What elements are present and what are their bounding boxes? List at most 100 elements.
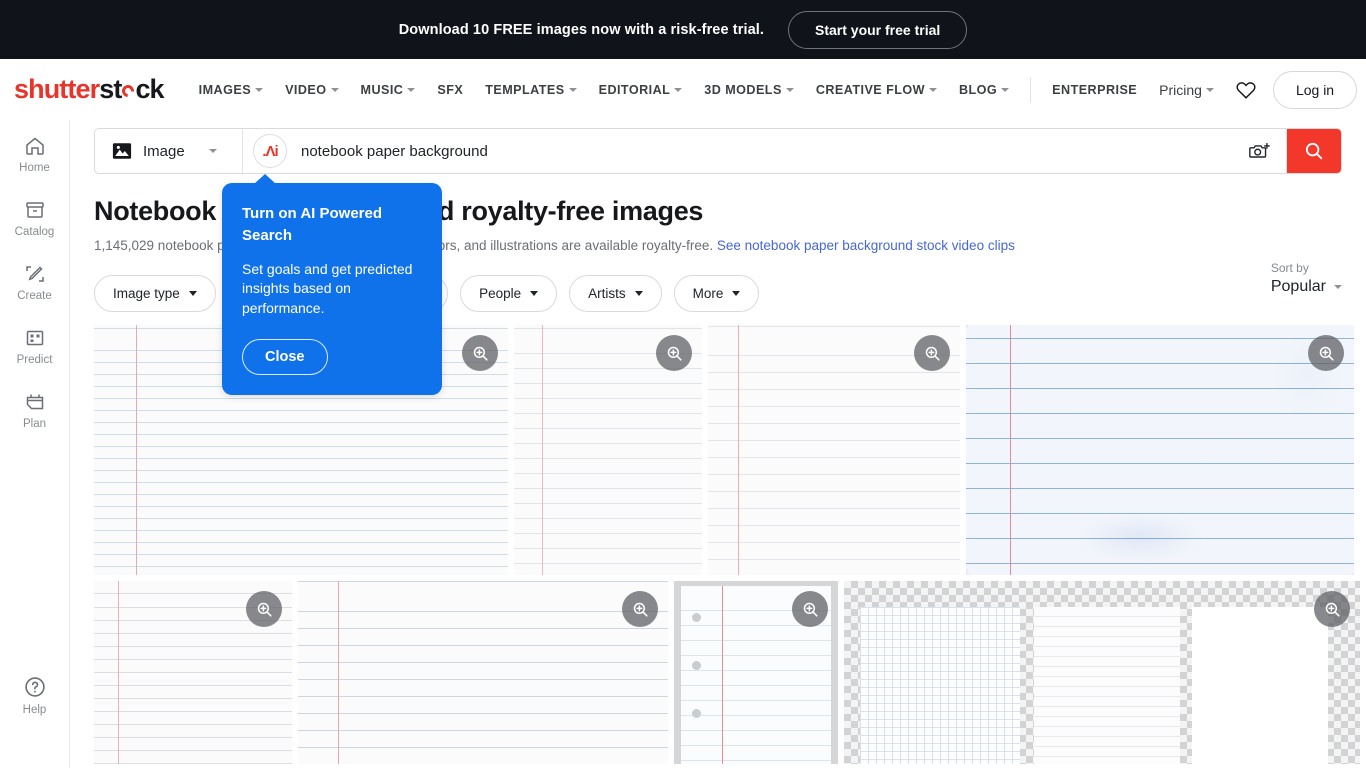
logo-part-3: ck <box>135 74 164 104</box>
nav-label: 3D MODELS <box>704 82 782 97</box>
zoom-preview-button[interactable] <box>622 591 658 627</box>
nav-label: TEMPLATES <box>485 82 565 97</box>
search-submit-button[interactable] <box>1287 129 1341 173</box>
chevron-down-icon <box>255 87 264 92</box>
result-tile-crumpled-lined-paper[interactable] <box>966 325 1354 575</box>
result-tile-transparent-graph-and-lined-paper[interactable] <box>844 581 1360 764</box>
ai-tooltip-close-button[interactable]: Close <box>242 339 328 376</box>
zoom-preview-button[interactable] <box>1314 591 1350 627</box>
margin-rule-line <box>136 325 137 575</box>
nav-item-enterprise[interactable]: ENTERPRISE <box>1041 77 1148 103</box>
shutterstock-logo[interactable]: shutter st ck <box>14 74 165 105</box>
ruled-lines <box>966 325 1354 575</box>
visual-search-button[interactable] <box>1234 129 1287 173</box>
result-tile-lined-paper-light[interactable] <box>514 325 702 575</box>
chevron-down-icon <box>188 291 197 296</box>
chevron-down-icon <box>634 291 643 296</box>
filter-artists[interactable]: Artists <box>569 275 662 312</box>
nav-item-editorial[interactable]: EDITORIAL <box>588 77 694 103</box>
heart-icon <box>1236 81 1256 99</box>
asset-type-dropdown[interactable]: Image <box>95 129 243 173</box>
video-clips-link[interactable]: See notebook paper background stock vide… <box>717 238 1015 253</box>
sidebar-item-label: Plan <box>22 418 47 430</box>
chevron-down-icon <box>208 149 217 153</box>
search-icon <box>1305 142 1323 160</box>
nav-item-pricing[interactable]: Pricing <box>1148 76 1225 104</box>
chevron-down-icon <box>568 87 577 92</box>
nav-item-images[interactable]: IMAGES <box>188 77 274 103</box>
magnify-plus-icon <box>667 346 682 361</box>
magnify-plus-icon <box>633 602 648 617</box>
result-tile-lined-paper-narrow-rule[interactable] <box>94 581 292 764</box>
nav-label: IMAGES <box>198 82 252 97</box>
filter-label: People <box>479 286 522 301</box>
zoom-preview-button[interactable] <box>462 335 498 371</box>
start-free-trial-button[interactable]: Start your free trial <box>788 10 968 49</box>
ai-search-toggle-button[interactable]: .Λi <box>253 134 287 168</box>
sidebar-item-plan[interactable]: Plan <box>0 376 69 440</box>
filter-image-type[interactable]: Image type <box>94 275 216 312</box>
result-tile-lined-paper-blue-rule[interactable] <box>298 581 668 764</box>
results-row-2 <box>94 581 1360 764</box>
nav-label: ENTERPRISE <box>1052 82 1138 97</box>
chevron-down-icon <box>1205 87 1214 92</box>
ai-search-tooltip: Turn on AI Powered Search Set goals and … <box>222 173 442 396</box>
sidebar-item-predict[interactable]: Predict <box>0 312 69 376</box>
nav-label: VIDEO <box>285 82 327 97</box>
header-divider <box>1030 76 1032 103</box>
filter-more[interactable]: More <box>673 275 760 312</box>
margin-rule-line <box>738 325 739 575</box>
margin-rule-line <box>542 325 543 575</box>
punch-hole <box>692 709 701 718</box>
sidebar-item-home[interactable]: Home <box>0 120 69 184</box>
margin-rule-line <box>1010 325 1011 575</box>
ruled-lines <box>298 581 668 764</box>
chevron-down-icon <box>330 87 339 92</box>
search-bar: Image .Λi <box>94 128 1342 174</box>
result-tile-lined-paper-plain[interactable] <box>708 325 960 575</box>
nav-item-templates[interactable]: TEMPLATES <box>474 77 587 103</box>
zoom-preview-button[interactable] <box>1308 335 1344 371</box>
nav-item-sfx[interactable]: SFX <box>426 77 474 103</box>
sidebar-item-catalog[interactable]: Catalog <box>0 184 69 248</box>
sidebar-item-label: Help <box>22 704 47 716</box>
magnify-plus-icon <box>803 602 818 617</box>
nav-item-music[interactable]: MUSIC <box>350 77 427 103</box>
chevron-down-icon <box>674 87 683 92</box>
zoom-preview-button[interactable] <box>656 335 692 371</box>
margin-rule-line <box>118 581 119 764</box>
favorites-button[interactable] <box>1225 73 1267 107</box>
nav-item-blog[interactable]: BLOG <box>948 77 1020 103</box>
question-circle-icon <box>24 677 45 697</box>
zoom-preview-button[interactable] <box>246 591 282 627</box>
camera-plus-icon <box>1249 142 1270 158</box>
zoom-preview-button[interactable] <box>914 335 950 371</box>
sidebar-item-help[interactable]: Help <box>0 660 69 726</box>
sidebar-item-label: Create <box>17 290 52 302</box>
chevron-down-icon <box>928 87 937 92</box>
promo-text: Download 10 FREE images now with a risk-… <box>398 21 764 38</box>
nav-item-3d-models[interactable]: 3D MODELS <box>693 77 805 103</box>
logo-part-2: st <box>99 74 122 104</box>
blank-paper-sheet <box>1192 607 1328 764</box>
nav-label: Pricing <box>1159 81 1202 98</box>
lined-paper-sheet <box>1034 607 1180 764</box>
log-in-button[interactable]: Log in <box>1272 70 1358 109</box>
sidebar-item-label: Predict <box>16 354 53 366</box>
sort-by-value: Popular <box>1270 278 1326 295</box>
result-tile-notebook-sheet-with-holes[interactable] <box>674 581 838 764</box>
filter-people[interactable]: People <box>460 275 558 312</box>
graph-paper-sheet <box>860 607 1020 764</box>
predict-grid-icon <box>26 330 43 346</box>
filter-label: Artists <box>588 286 626 301</box>
nav-item-creative-flow[interactable]: CREATIVE FLOW <box>805 77 948 103</box>
magnify-plus-icon <box>925 346 940 361</box>
zoom-preview-button[interactable] <box>792 591 828 627</box>
chevron-down-icon <box>1334 285 1342 289</box>
nav-item-video[interactable]: VIDEO <box>274 77 349 103</box>
chevron-down-icon <box>732 291 741 296</box>
sidebar-item-create[interactable]: Create <box>0 248 69 312</box>
image-icon <box>112 143 132 159</box>
search-input[interactable] <box>295 129 1234 173</box>
sort-by-dropdown[interactable]: Popular <box>1271 278 1342 296</box>
